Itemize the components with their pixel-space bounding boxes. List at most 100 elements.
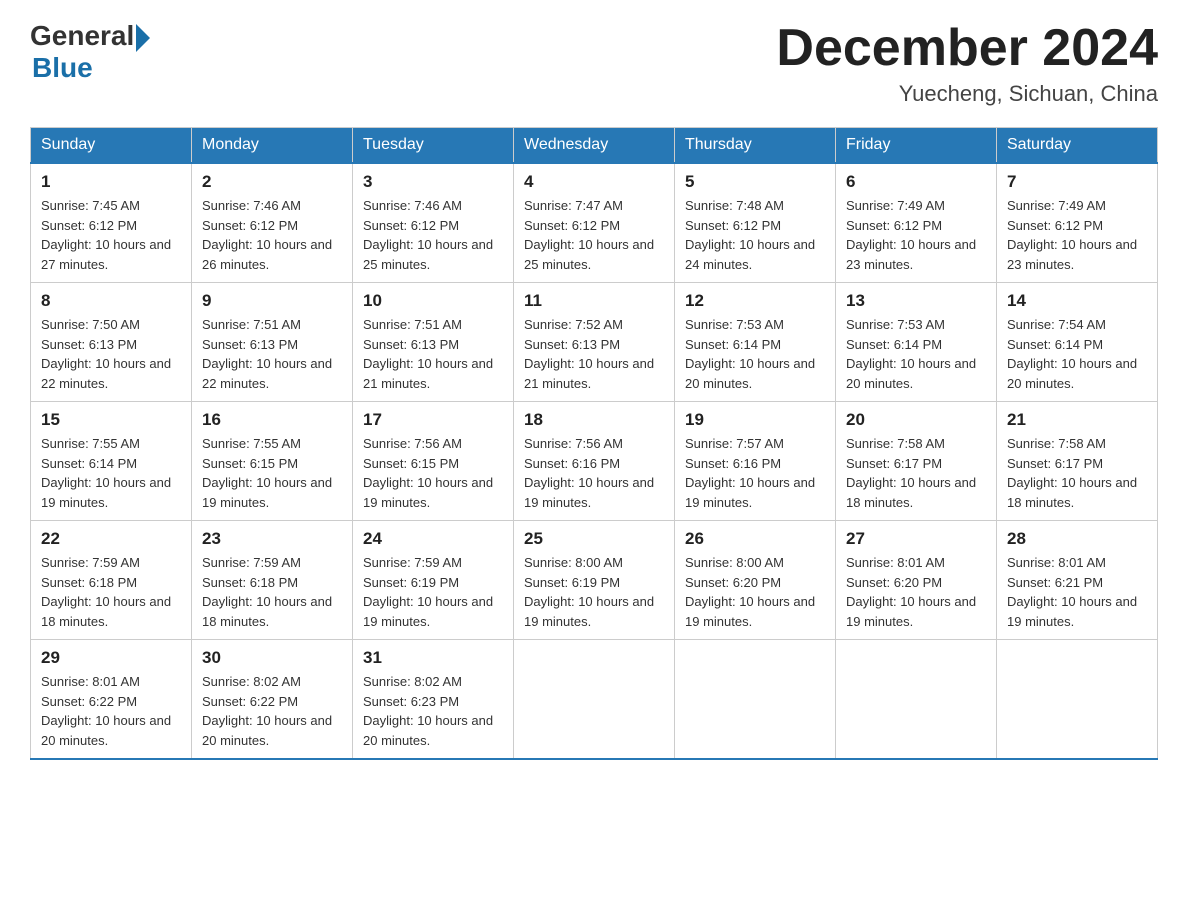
- logo-blue: Blue: [32, 52, 150, 84]
- calendar-cell: 7 Sunrise: 7:49 AMSunset: 6:12 PMDaylight…: [997, 163, 1158, 283]
- day-number: 5: [685, 172, 825, 192]
- column-header-saturday: Saturday: [997, 128, 1158, 164]
- day-number: 31: [363, 648, 503, 668]
- calendar-cell: 6 Sunrise: 7:49 AMSunset: 6:12 PMDaylight…: [836, 163, 997, 283]
- logo-triangle-icon: [136, 24, 150, 52]
- day-number: 15: [41, 410, 181, 430]
- day-number: 4: [524, 172, 664, 192]
- day-info: Sunrise: 7:49 AMSunset: 6:12 PMDaylight:…: [1007, 196, 1147, 274]
- calendar-cell: 31 Sunrise: 8:02 AMSunset: 6:23 PMDayligh…: [353, 640, 514, 760]
- day-number: 29: [41, 648, 181, 668]
- day-number: 23: [202, 529, 342, 549]
- day-info: Sunrise: 7:51 AMSunset: 6:13 PMDaylight:…: [363, 315, 503, 393]
- day-info: Sunrise: 7:59 AMSunset: 6:18 PMDaylight:…: [202, 553, 342, 631]
- calendar-week-row: 15 Sunrise: 7:55 AMSunset: 6:14 PMDayligh…: [31, 402, 1158, 521]
- calendar-cell: 28Sunrise: 8:01 AMSunset: 6:21 PMDayligh…: [997, 521, 1158, 640]
- day-info: Sunrise: 7:46 AMSunset: 6:12 PMDaylight:…: [202, 196, 342, 274]
- day-info: Sunrise: 7:59 AMSunset: 6:18 PMDaylight:…: [41, 553, 181, 631]
- day-number: 27: [846, 529, 986, 549]
- column-header-thursday: Thursday: [675, 128, 836, 164]
- calendar-cell: 22 Sunrise: 7:59 AMSunset: 6:18 PMDayligh…: [31, 521, 192, 640]
- day-info: Sunrise: 7:57 AMSunset: 6:16 PMDaylight:…: [685, 434, 825, 512]
- day-info: Sunrise: 7:56 AMSunset: 6:16 PMDaylight:…: [524, 434, 664, 512]
- logo-general: General: [30, 20, 134, 52]
- day-number: 2: [202, 172, 342, 192]
- day-info: Sunrise: 8:01 AMSunset: 6:20 PMDaylight:…: [846, 553, 986, 631]
- month-title: December 2024: [776, 20, 1158, 77]
- calendar-week-row: 29 Sunrise: 8:01 AMSunset: 6:22 PMDayligh…: [31, 640, 1158, 760]
- day-number: 17: [363, 410, 503, 430]
- day-info: Sunrise: 7:55 AMSunset: 6:15 PMDaylight:…: [202, 434, 342, 512]
- day-number: 3: [363, 172, 503, 192]
- calendar-cell: 29 Sunrise: 8:01 AMSunset: 6:22 PMDayligh…: [31, 640, 192, 760]
- day-number: 21: [1007, 410, 1147, 430]
- day-info: Sunrise: 8:01 AMSunset: 6:22 PMDaylight:…: [41, 672, 181, 750]
- column-header-monday: Monday: [192, 128, 353, 164]
- calendar-cell: 30 Sunrise: 8:02 AMSunset: 6:22 PMDayligh…: [192, 640, 353, 760]
- day-number: 12: [685, 291, 825, 311]
- day-number: 20: [846, 410, 986, 430]
- calendar-cell: 16Sunrise: 7:55 AMSunset: 6:15 PMDayligh…: [192, 402, 353, 521]
- day-number: 30: [202, 648, 342, 668]
- calendar-cell: 17Sunrise: 7:56 AMSunset: 6:15 PMDayligh…: [353, 402, 514, 521]
- title-section: December 2024 Yuecheng, Sichuan, China: [776, 20, 1158, 107]
- calendar-cell: 4 Sunrise: 7:47 AMSunset: 6:12 PMDaylight…: [514, 163, 675, 283]
- calendar-cell: 5 Sunrise: 7:48 AMSunset: 6:12 PMDaylight…: [675, 163, 836, 283]
- day-number: 19: [685, 410, 825, 430]
- day-number: 11: [524, 291, 664, 311]
- calendar-cell: 9Sunrise: 7:51 AMSunset: 6:13 PMDaylight…: [192, 283, 353, 402]
- column-header-tuesday: Tuesday: [353, 128, 514, 164]
- calendar-cell: 11 Sunrise: 7:52 AMSunset: 6:13 PMDayligh…: [514, 283, 675, 402]
- day-number: 25: [524, 529, 664, 549]
- day-info: Sunrise: 7:52 AMSunset: 6:13 PMDaylight:…: [524, 315, 664, 393]
- calendar-cell: 21Sunrise: 7:58 AMSunset: 6:17 PMDayligh…: [997, 402, 1158, 521]
- calendar-week-row: 22 Sunrise: 7:59 AMSunset: 6:18 PMDayligh…: [31, 521, 1158, 640]
- calendar-cell: 15 Sunrise: 7:55 AMSunset: 6:14 PMDayligh…: [31, 402, 192, 521]
- calendar-week-row: 1Sunrise: 7:45 AMSunset: 6:12 PMDaylight…: [31, 163, 1158, 283]
- day-info: Sunrise: 7:53 AMSunset: 6:14 PMDaylight:…: [685, 315, 825, 393]
- day-info: Sunrise: 8:01 AMSunset: 6:21 PMDaylight:…: [1007, 553, 1147, 631]
- day-number: 10: [363, 291, 503, 311]
- day-info: Sunrise: 8:02 AMSunset: 6:22 PMDaylight:…: [202, 672, 342, 750]
- calendar-cell: 20Sunrise: 7:58 AMSunset: 6:17 PMDayligh…: [836, 402, 997, 521]
- calendar-cell: 13Sunrise: 7:53 AMSunset: 6:14 PMDayligh…: [836, 283, 997, 402]
- day-info: Sunrise: 8:00 AMSunset: 6:20 PMDaylight:…: [685, 553, 825, 631]
- day-info: Sunrise: 7:53 AMSunset: 6:14 PMDaylight:…: [846, 315, 986, 393]
- day-number: 14: [1007, 291, 1147, 311]
- day-info: Sunrise: 7:47 AMSunset: 6:12 PMDaylight:…: [524, 196, 664, 274]
- calendar-cell: 27 Sunrise: 8:01 AMSunset: 6:20 PMDayligh…: [836, 521, 997, 640]
- calendar-cell: 8Sunrise: 7:50 AMSunset: 6:13 PMDaylight…: [31, 283, 192, 402]
- calendar-cell: 18 Sunrise: 7:56 AMSunset: 6:16 PMDayligh…: [514, 402, 675, 521]
- day-number: 1: [41, 172, 181, 192]
- column-header-wednesday: Wednesday: [514, 128, 675, 164]
- calendar-cell: 1Sunrise: 7:45 AMSunset: 6:12 PMDaylight…: [31, 163, 192, 283]
- calendar-cell: 14 Sunrise: 7:54 AMSunset: 6:14 PMDayligh…: [997, 283, 1158, 402]
- day-number: 9: [202, 291, 342, 311]
- calendar-cell: 23 Sunrise: 7:59 AMSunset: 6:18 PMDayligh…: [192, 521, 353, 640]
- day-number: 18: [524, 410, 664, 430]
- day-info: Sunrise: 8:00 AMSunset: 6:19 PMDaylight:…: [524, 553, 664, 631]
- day-number: 7: [1007, 172, 1147, 192]
- calendar-table: SundayMondayTuesdayWednesdayThursdayFrid…: [30, 127, 1158, 760]
- calendar-cell: 24Sunrise: 7:59 AMSunset: 6:19 PMDayligh…: [353, 521, 514, 640]
- calendar-cell: 25 Sunrise: 8:00 AMSunset: 6:19 PMDayligh…: [514, 521, 675, 640]
- day-number: 26: [685, 529, 825, 549]
- day-info: Sunrise: 7:48 AMSunset: 6:12 PMDaylight:…: [685, 196, 825, 274]
- calendar-cell: [836, 640, 997, 760]
- column-header-sunday: Sunday: [31, 128, 192, 164]
- day-info: Sunrise: 8:02 AMSunset: 6:23 PMDaylight:…: [363, 672, 503, 750]
- day-number: 22: [41, 529, 181, 549]
- calendar-week-row: 8Sunrise: 7:50 AMSunset: 6:13 PMDaylight…: [31, 283, 1158, 402]
- calendar-header-row: SundayMondayTuesdayWednesdayThursdayFrid…: [31, 128, 1158, 164]
- day-info: Sunrise: 7:59 AMSunset: 6:19 PMDaylight:…: [363, 553, 503, 631]
- calendar-cell: 3Sunrise: 7:46 AMSunset: 6:12 PMDaylight…: [353, 163, 514, 283]
- location-subtitle: Yuecheng, Sichuan, China: [776, 81, 1158, 107]
- calendar-cell: 12 Sunrise: 7:53 AMSunset: 6:14 PMDayligh…: [675, 283, 836, 402]
- day-info: Sunrise: 7:54 AMSunset: 6:14 PMDaylight:…: [1007, 315, 1147, 393]
- column-header-friday: Friday: [836, 128, 997, 164]
- day-number: 6: [846, 172, 986, 192]
- day-info: Sunrise: 7:49 AMSunset: 6:12 PMDaylight:…: [846, 196, 986, 274]
- calendar-cell: 2 Sunrise: 7:46 AMSunset: 6:12 PMDaylight…: [192, 163, 353, 283]
- day-info: Sunrise: 7:55 AMSunset: 6:14 PMDaylight:…: [41, 434, 181, 512]
- day-number: 8: [41, 291, 181, 311]
